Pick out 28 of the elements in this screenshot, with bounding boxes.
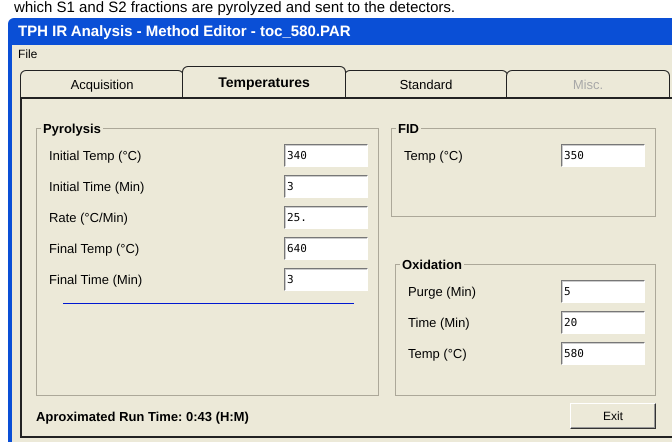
- field-label: Temp (°C): [408, 346, 467, 361]
- field-label: Rate (°C/Min): [49, 210, 128, 225]
- group-title: Pyrolysis: [42, 121, 102, 136]
- group-title: Oxidation: [401, 257, 463, 272]
- field-label: Temp (°C): [404, 148, 463, 163]
- document-text: which S1 and S2 fractions are pyrolyzed and sent to the detectors.: [13, 0, 456, 18]
- field-label: Final Time (Min): [49, 272, 142, 287]
- value-field[interactable]: 350: [561, 144, 645, 167]
- field-label: Initial Time (Min): [49, 179, 144, 194]
- field-label: Purge (Min): [408, 284, 476, 299]
- exit-button[interactable]: Exit: [570, 403, 656, 429]
- field-label: Final Temp (°C): [49, 241, 140, 256]
- field-label: Initial Temp (°C): [49, 148, 142, 163]
- window-title: TPH IR Analysis - Method Editor - toc_580.PAR: [17, 22, 352, 42]
- tab[interactable]: Acquisition: [20, 70, 184, 97]
- value-field[interactable]: 580: [561, 342, 645, 365]
- tab[interactable]: Temperatures: [182, 66, 346, 97]
- value-field[interactable]: 3: [284, 268, 368, 291]
- value-field[interactable]: 640: [284, 237, 368, 260]
- field-label: Time (Min): [408, 315, 470, 330]
- value-field[interactable]: 20: [561, 311, 645, 334]
- value-field[interactable]: 25.: [284, 206, 368, 229]
- value-field[interactable]: 5: [561, 280, 645, 303]
- run-time-text: Aproximated Run Time: 0:43 (H:M): [36, 408, 249, 424]
- group-title: FID: [397, 121, 420, 136]
- menu-item[interactable]: File: [16, 46, 40, 60]
- value-field[interactable]: 340: [284, 144, 368, 167]
- value-field[interactable]: 3: [284, 175, 368, 198]
